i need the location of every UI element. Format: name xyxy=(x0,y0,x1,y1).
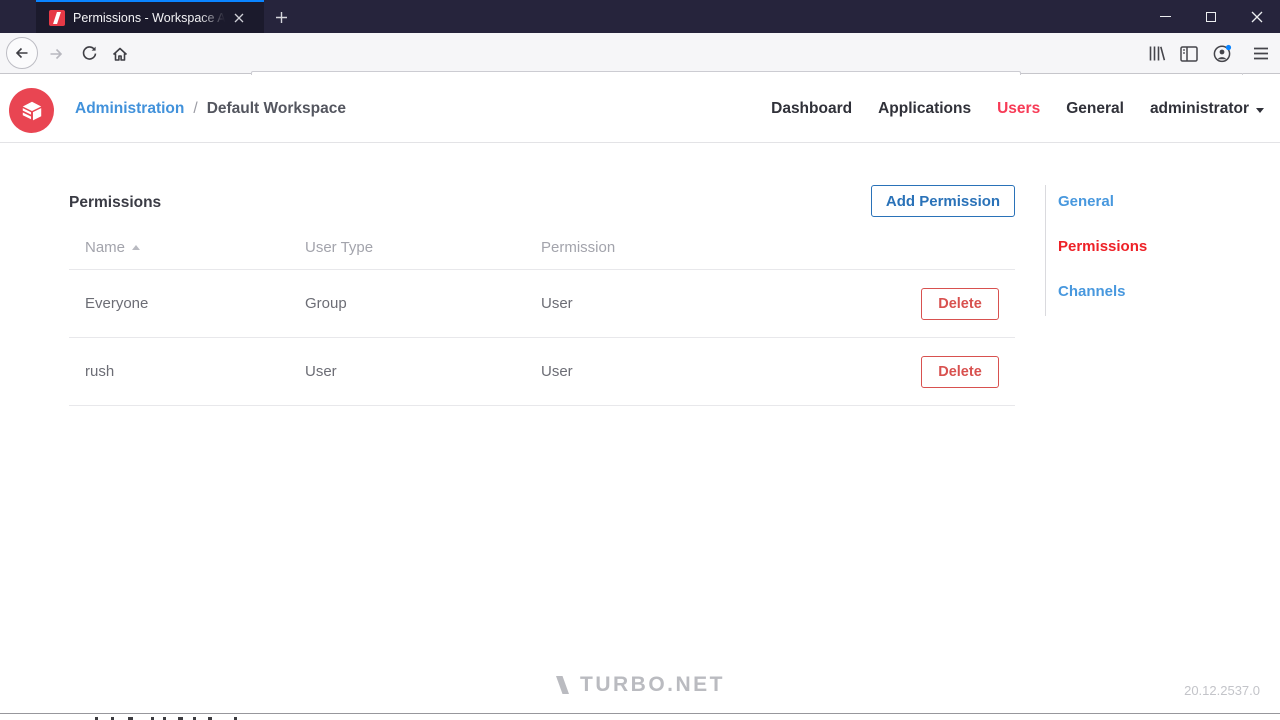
window-maximize-button[interactable] xyxy=(1188,0,1234,33)
page-content: Administration / Default Workspace Dashb… xyxy=(0,75,1280,720)
back-button[interactable] xyxy=(6,37,38,69)
user-menu[interactable]: administrator xyxy=(1150,100,1264,118)
nav-dashboard[interactable]: Dashboard xyxy=(771,100,852,118)
turbo-favicon-icon xyxy=(49,9,65,26)
sidebars-icon[interactable] xyxy=(1176,33,1202,74)
table-header-row: Name User Type Permission xyxy=(69,225,1015,270)
cell-name: rush xyxy=(85,363,115,380)
new-tab-button[interactable] xyxy=(268,4,294,30)
footer-brand: TURBO.NET xyxy=(0,673,1280,697)
clipped-content-fragment xyxy=(0,713,1280,720)
cell-user-type: User xyxy=(305,363,337,380)
table-row: Everyone Group User Delete xyxy=(69,270,1015,338)
breadcrumb-current-page: Default Workspace xyxy=(206,100,346,117)
delete-button[interactable]: Delete xyxy=(921,355,999,388)
library-icon[interactable] xyxy=(1144,33,1170,74)
window-close-button[interactable] xyxy=(1234,0,1280,33)
account-icon[interactable] xyxy=(1208,33,1236,74)
cell-user-type: Group xyxy=(305,295,347,312)
delete-button[interactable]: Delete xyxy=(921,287,999,320)
cell-permission: User xyxy=(541,295,573,312)
turbo-footer-glyph-icon xyxy=(556,676,569,694)
table-row: rush User User Delete xyxy=(69,338,1015,406)
chevron-down-icon xyxy=(1256,107,1264,113)
permissions-table: Name User Type Permission Everyone Group… xyxy=(69,225,1015,406)
sidebar-item-channels[interactable]: Channels xyxy=(1058,283,1245,300)
breadcrumb-separator: / xyxy=(193,100,198,117)
menu-hamburger-icon[interactable] xyxy=(1248,33,1274,74)
browser-titlebar: Permissions - Workspace Admi xyxy=(0,0,1280,33)
reload-button[interactable] xyxy=(77,33,101,74)
settings-side-nav: General Permissions Channels xyxy=(1045,185,1245,316)
cell-permission: User xyxy=(541,363,573,380)
page-header: Administration / Default Workspace Dashb… xyxy=(0,75,1280,143)
home-button[interactable] xyxy=(107,33,133,74)
top-nav: Dashboard Applications Users General adm… xyxy=(771,75,1264,143)
page-title: Permissions xyxy=(69,194,162,211)
turbo-logo[interactable] xyxy=(9,88,54,133)
window-controls xyxy=(1142,0,1280,33)
breadcrumb: Administration / Default Workspace xyxy=(75,75,346,143)
column-header-user-type[interactable]: User Type xyxy=(305,239,541,256)
breadcrumb-administration[interactable]: Administration xyxy=(75,100,184,118)
add-permission-button[interactable]: Add Permission xyxy=(871,185,1015,217)
forward-button[interactable] xyxy=(44,33,68,74)
nav-applications[interactable]: Applications xyxy=(878,100,971,118)
browser-toolbar: https://rushvm.turboqa.net/workspace/def… xyxy=(0,33,1280,102)
footer-brand-text: TURBO.NET xyxy=(580,673,725,696)
sidebar-item-general[interactable]: General xyxy=(1058,193,1245,210)
user-menu-label: administrator xyxy=(1149,100,1249,117)
sidebar-item-permissions[interactable]: Permissions xyxy=(1058,238,1245,255)
sort-ascending-icon xyxy=(132,244,141,250)
nav-users[interactable]: Users xyxy=(997,100,1040,118)
tab-close-icon[interactable] xyxy=(229,8,249,28)
column-header-name[interactable]: Name xyxy=(69,239,305,256)
nav-general[interactable]: General xyxy=(1066,100,1124,118)
window-minimize-button[interactable] xyxy=(1142,0,1188,33)
browser-tab[interactable]: Permissions - Workspace Admi xyxy=(36,0,264,33)
tab-title: Permissions - Workspace Admi xyxy=(73,10,225,25)
column-header-permission[interactable]: Permission xyxy=(541,239,777,256)
cell-name: Everyone xyxy=(85,295,149,312)
footer-version: 20.12.2537.0 xyxy=(1184,683,1260,698)
